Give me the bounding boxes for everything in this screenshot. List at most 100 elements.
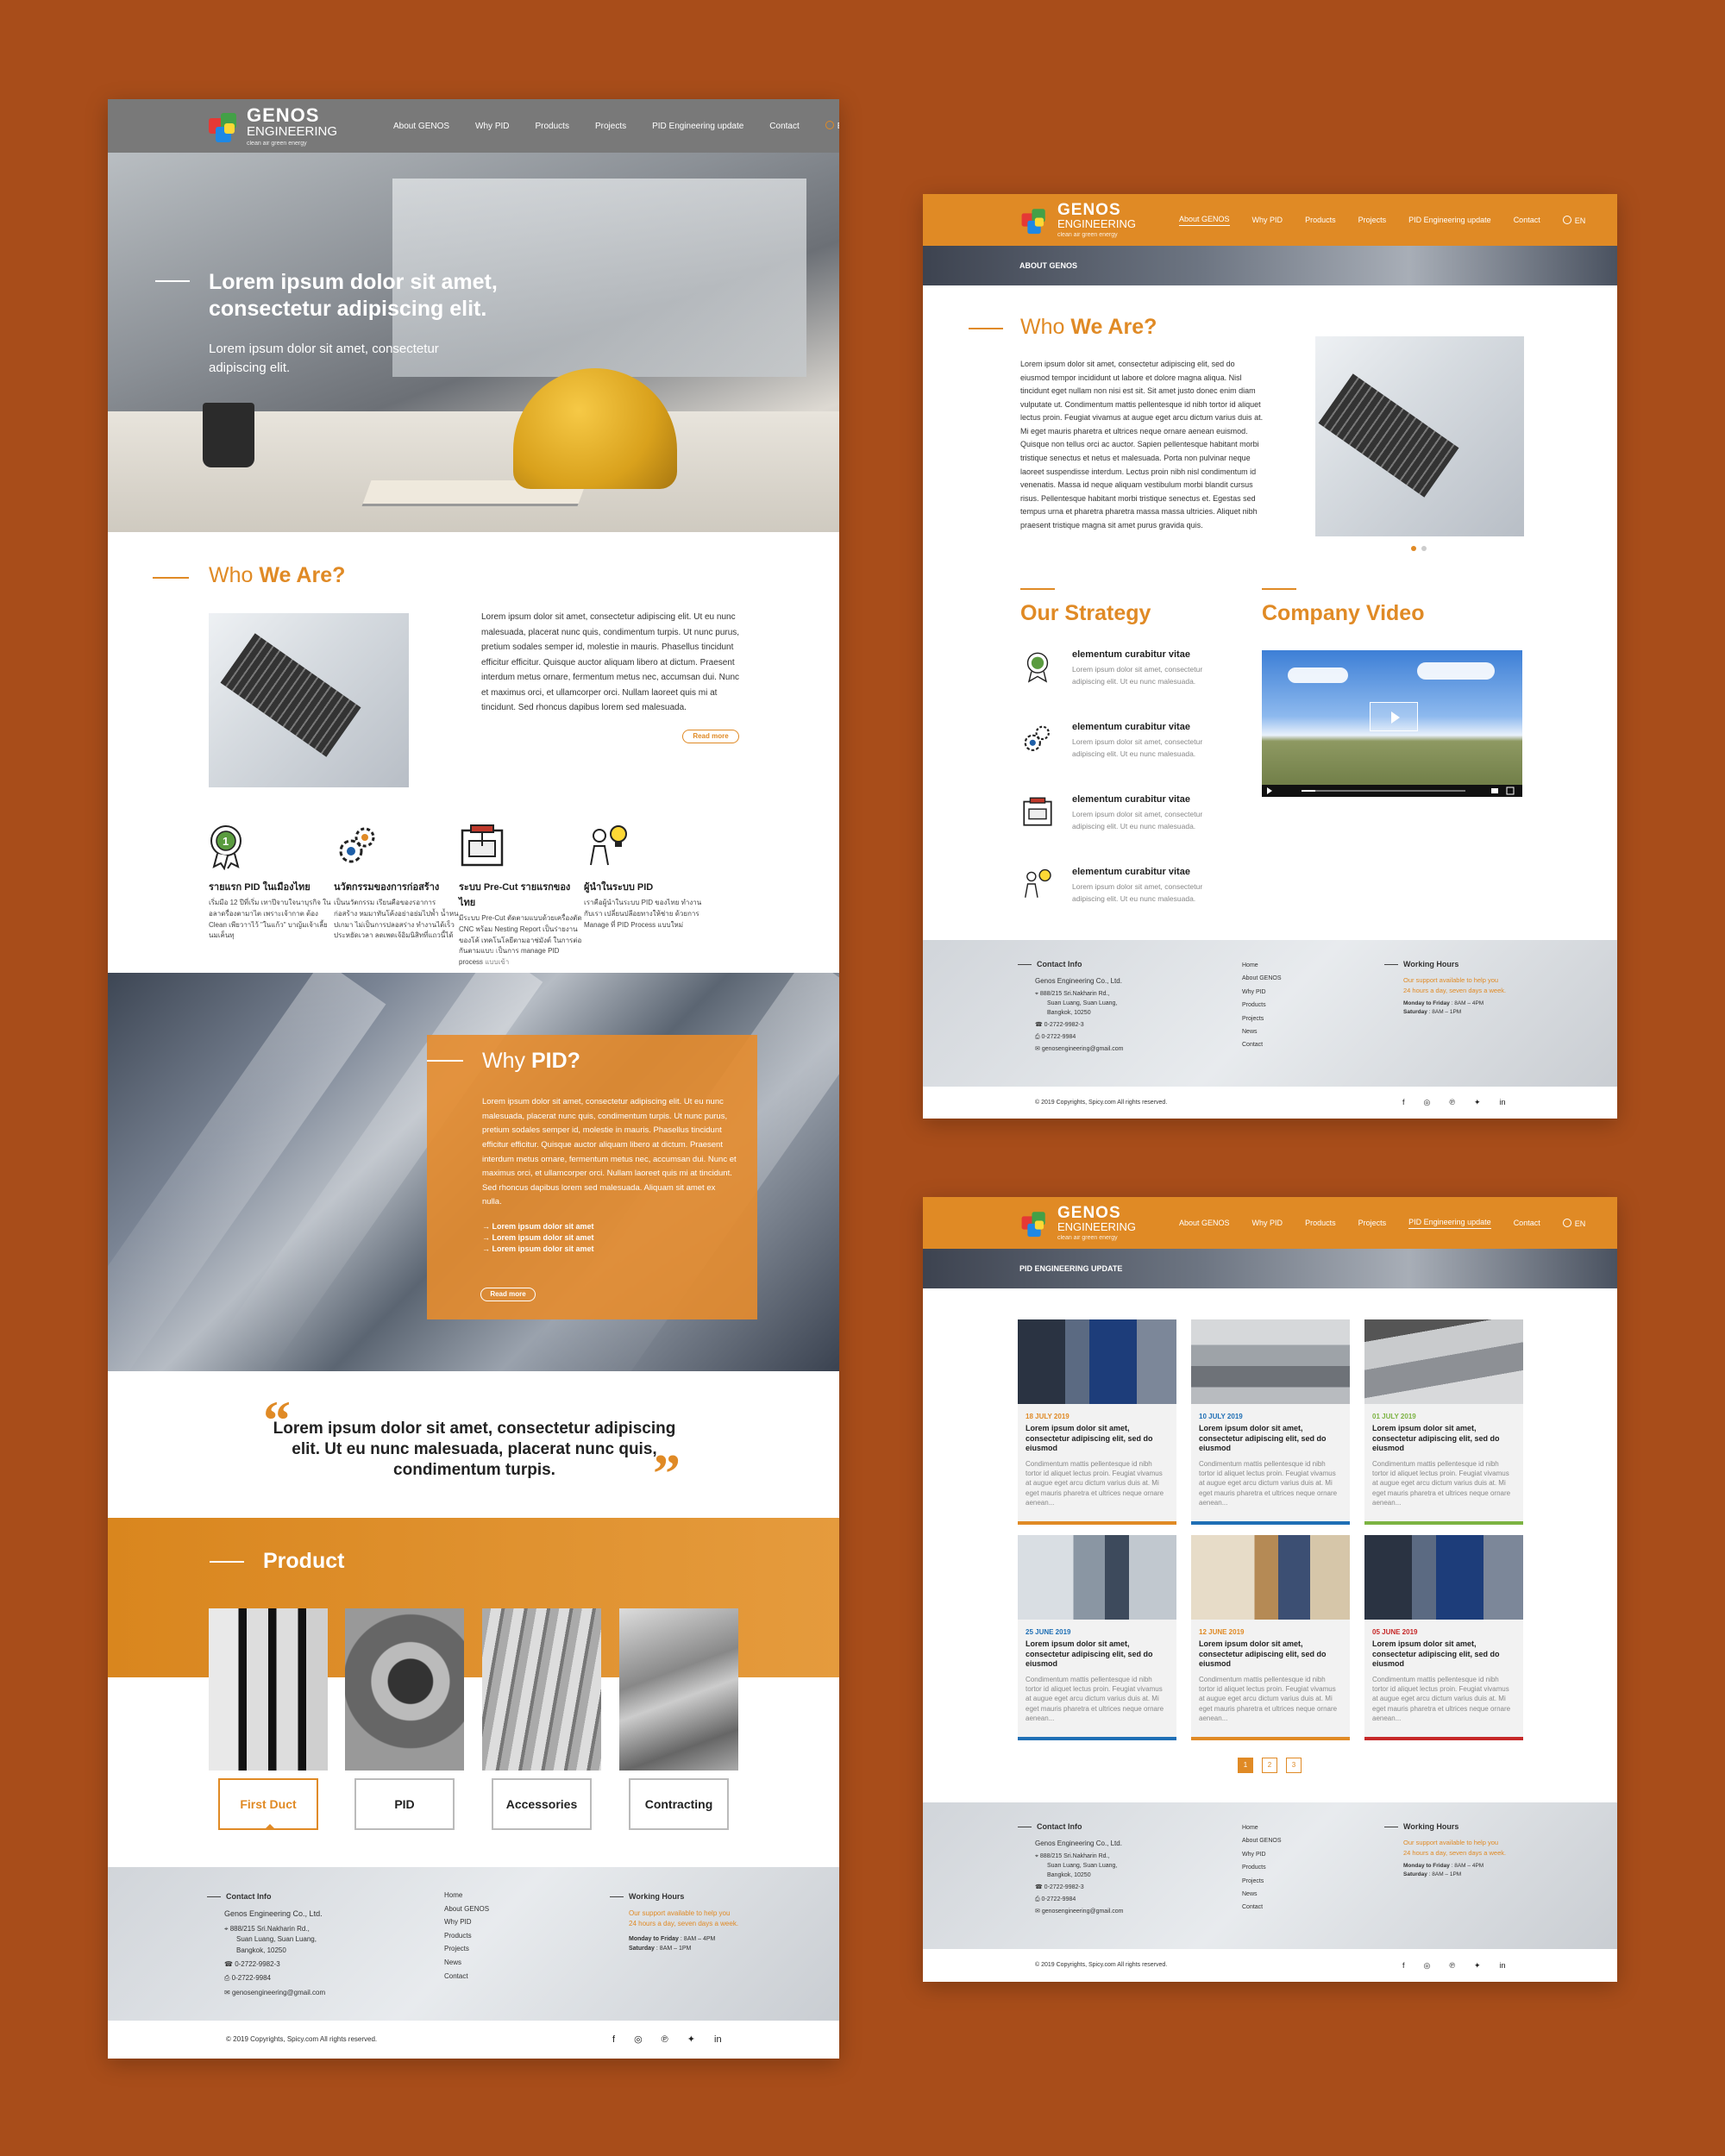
news-card-image (1364, 1319, 1523, 1404)
footer-link[interactable]: Projects (444, 1942, 489, 1956)
language-switch[interactable]: EN (1562, 215, 1585, 225)
twitter-icon[interactable]: ✦ (1474, 1949, 1481, 1982)
footer-link[interactable]: Contact (444, 1970, 489, 1984)
feature-item: ระบบ Pre-Cut รายแรกของไทย มีระบบ Pre-Cut… (459, 822, 584, 968)
nav-item-updates[interactable]: PID Engineering update (1408, 1218, 1491, 1229)
product-tab-first-duct[interactable]: First Duct (218, 1778, 318, 1830)
product-tab-pid[interactable]: PID (354, 1778, 455, 1830)
who-read-more-button[interactable]: Read more (682, 730, 739, 743)
product-image-first-duct[interactable] (209, 1608, 328, 1771)
footer-link[interactable]: News (1242, 1888, 1282, 1901)
nav-item-contact[interactable]: Contact (769, 122, 799, 131)
nav-item-products[interactable]: Products (1305, 216, 1336, 224)
footer-link[interactable]: About GENOS (444, 1902, 489, 1916)
footer-link[interactable]: News (444, 1956, 489, 1970)
footer-link[interactable]: Why PID (1242, 1848, 1282, 1861)
footer-link[interactable]: Products (1242, 1861, 1282, 1874)
news-card[interactable]: 25 JUNE 2019 Lorem ipsum dolor sit amet,… (1018, 1535, 1176, 1740)
gears-icon (1024, 725, 1050, 751)
who-image (209, 613, 409, 787)
nav-item-products[interactable]: Products (1305, 1219, 1336, 1227)
page-button[interactable]: 1 (1238, 1758, 1253, 1773)
nav-item-projects[interactable]: Projects (1358, 216, 1387, 224)
language-switch[interactable]: EN (1562, 1218, 1585, 1228)
linkedin-icon[interactable]: in (1500, 1087, 1506, 1119)
video-title: Company Video (1262, 601, 1425, 625)
nav-item-updates[interactable]: PID Engineering update (652, 122, 743, 131)
news-card[interactable]: 01 JULY 2019 Lorem ipsum dolor sit amet,… (1364, 1319, 1523, 1525)
footer-link[interactable]: Home (1242, 1821, 1282, 1834)
logo[interactable]: GENOS ENGINEERING clean air green energy (1018, 202, 1136, 238)
nav-item-about[interactable]: About GENOS (1179, 1219, 1230, 1227)
footer-link[interactable]: Why PID (1242, 986, 1282, 999)
nav-item-why-pid[interactable]: Why PID (1252, 216, 1283, 224)
product-dash (210, 1561, 244, 1563)
footer-link[interactable]: Products (444, 1929, 489, 1943)
news-card[interactable]: 12 JUNE 2019 Lorem ipsum dolor sit amet,… (1191, 1535, 1350, 1740)
footer-link[interactable]: News (1242, 1025, 1282, 1038)
footer-link[interactable]: About GENOS (1242, 972, 1282, 985)
page-button[interactable]: 3 (1286, 1758, 1302, 1773)
why-pid-section: Why PID? Lorem ipsum dolor sit amet, con… (108, 947, 839, 1405)
feature-text: เป็นนวัตกรรม เรียนคือของรอาการก่อสร้าง ห… (334, 899, 459, 940)
facebook-icon[interactable]: f (612, 2021, 615, 2059)
product-tab-accessories[interactable]: Accessories (492, 1778, 592, 1830)
arrow-right-icon: → (482, 1244, 492, 1253)
news-title: Lorem ipsum dolor sit amet, consectetur … (1199, 1424, 1327, 1453)
instagram-icon[interactable]: ◎ (1424, 1087, 1431, 1119)
nav-item-why-pid[interactable]: Why PID (475, 122, 509, 131)
news-card[interactable]: 10 JULY 2019 Lorem ipsum dolor sit amet,… (1191, 1319, 1350, 1525)
language-switch[interactable]: EN (825, 121, 839, 131)
footer-links: Home About GENOS Why PID Products Projec… (1242, 1821, 1282, 1915)
instagram-icon[interactable]: ◎ (1424, 1949, 1431, 1982)
logo[interactable]: GENOS ENGINEERING clean air green energy (1018, 1205, 1136, 1241)
nav-item-about[interactable]: About GENOS (393, 122, 449, 131)
twitter-icon[interactable]: ✦ (1474, 1087, 1481, 1119)
fax-icon: ⎙ (1035, 1896, 1042, 1902)
video-play-button[interactable] (1370, 702, 1418, 731)
instagram-icon[interactable]: ◎ (634, 2021, 643, 2059)
footer-link[interactable]: Contact (1242, 1038, 1282, 1051)
news-card[interactable]: 05 JUNE 2019 Lorem ipsum dolor sit amet,… (1364, 1535, 1523, 1740)
carousel-dot[interactable] (1421, 546, 1427, 551)
company-video-player[interactable] (1262, 650, 1522, 797)
linkedin-icon[interactable]: in (714, 2021, 722, 2059)
news-card[interactable]: 18 JULY 2019 Lorem ipsum dolor sit amet,… (1018, 1319, 1176, 1525)
footer-link[interactable]: About GENOS (1242, 1834, 1282, 1847)
nav-item-updates[interactable]: PID Engineering update (1408, 216, 1491, 224)
footer-link[interactable]: Products (1242, 999, 1282, 1012)
pinterest-icon[interactable]: ℗ (662, 2021, 668, 2059)
nav-item-why-pid[interactable]: Why PID (1252, 1219, 1283, 1227)
product-image-pid[interactable] (345, 1608, 464, 1771)
facebook-icon[interactable]: f (1402, 1949, 1405, 1982)
nav-item-products[interactable]: Products (536, 122, 569, 131)
strategy-item: elementum curabitur vitae Lorem ipsum do… (1020, 722, 1245, 787)
footer-link[interactable]: Projects (1242, 1875, 1282, 1888)
nav-item-projects[interactable]: Projects (1358, 1219, 1387, 1227)
pinterest-icon[interactable]: ℗ (1449, 1087, 1455, 1119)
copyright-text: © 2019 Copyrights, Spicy.com All rights … (226, 2035, 378, 2043)
facebook-icon[interactable]: f (1402, 1087, 1405, 1119)
footer-link[interactable]: Home (1242, 959, 1282, 972)
logo[interactable]: GENOS ENGINEERING clean air green energy (207, 103, 337, 147)
linkedin-icon[interactable]: in (1500, 1949, 1506, 1982)
nav-item-about[interactable]: About GENOS (1179, 215, 1230, 226)
nav-item-contact[interactable]: Contact (1514, 1219, 1540, 1227)
why-read-more-button[interactable]: Read more (480, 1288, 536, 1301)
product-image-accessories[interactable] (482, 1608, 601, 1771)
carousel-dot-active[interactable] (1411, 546, 1416, 551)
footer-link[interactable]: Projects (1242, 1012, 1282, 1025)
news-date: 05 JUNE 2019 (1372, 1628, 1418, 1636)
footer-link[interactable]: Home (444, 1889, 489, 1902)
nav-item-contact[interactable]: Contact (1514, 216, 1540, 224)
nav-item-projects[interactable]: Projects (595, 122, 626, 131)
product-image-contracting[interactable] (619, 1608, 738, 1771)
logo-name-line1: GENOS (247, 103, 320, 126)
twitter-icon[interactable]: ✦ (687, 2021, 695, 2059)
footer-link[interactable]: Contact (1242, 1901, 1282, 1914)
product-tab-contracting[interactable]: Contracting (629, 1778, 729, 1830)
footer-link[interactable]: Why PID (444, 1915, 489, 1929)
pinterest-icon[interactable]: ℗ (1449, 1949, 1455, 1982)
page-button[interactable]: 2 (1262, 1758, 1277, 1773)
product-section: Product First Duct PID Accessories Contr… (108, 1518, 839, 1867)
